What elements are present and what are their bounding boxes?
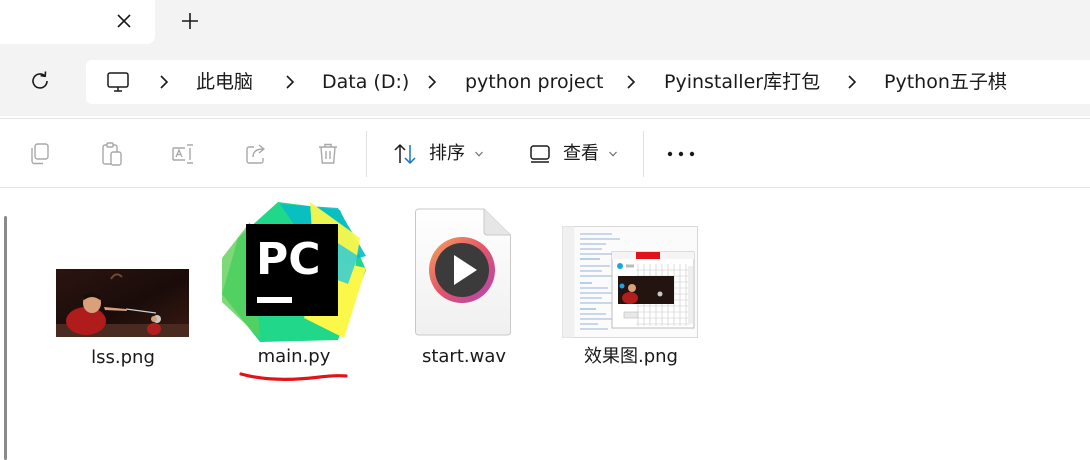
media-file-icon bbox=[415, 208, 511, 336]
scrollbar-thumb[interactable] bbox=[4, 216, 7, 460]
file-item[interactable]: 效果图.png bbox=[558, 222, 704, 378]
share-icon[interactable] bbox=[243, 141, 269, 167]
view-label: 查看 bbox=[563, 143, 599, 164]
delete-icon[interactable] bbox=[315, 141, 341, 167]
view-button[interactable]: 查看 bbox=[524, 132, 634, 176]
this-pc-icon[interactable] bbox=[106, 70, 130, 94]
address-row: 此电脑 Data (D:) python project Pyinstaller… bbox=[0, 44, 1090, 116]
toolbar-divider bbox=[643, 131, 644, 177]
rename-icon[interactable] bbox=[170, 141, 196, 167]
sort-button[interactable]: 排序 bbox=[388, 132, 498, 176]
address-bar[interactable]: 此电脑 Data (D:) python project Pyinstaller… bbox=[86, 60, 1090, 104]
paste-icon[interactable] bbox=[99, 141, 125, 167]
breadcrumb-python-project[interactable]: python project bbox=[465, 60, 603, 104]
file-name[interactable]: start.wav bbox=[396, 346, 532, 368]
chevron-right-icon[interactable] bbox=[283, 74, 297, 90]
chevron-down-icon bbox=[609, 151, 617, 157]
pycharm-logo-text: PC bbox=[256, 234, 321, 285]
chevron-right-icon[interactable] bbox=[624, 74, 638, 90]
file-name[interactable]: 效果图.png bbox=[558, 346, 704, 368]
red-underline-annotation bbox=[239, 372, 348, 381]
pycharm-icon: PC bbox=[222, 202, 366, 342]
breadcrumb-data-drive[interactable]: Data (D:) bbox=[322, 60, 409, 104]
copy-icon[interactable] bbox=[27, 141, 53, 167]
breadcrumb-python-gomoku[interactable]: Python五子棋 bbox=[884, 60, 1007, 104]
file-item[interactable]: PC main.py bbox=[218, 196, 370, 386]
tab-strip bbox=[0, 0, 1090, 44]
chevron-down-icon bbox=[475, 151, 483, 157]
refresh-icon[interactable] bbox=[28, 69, 52, 93]
sort-label: 排序 bbox=[429, 143, 465, 164]
image-thumbnail bbox=[56, 269, 189, 337]
file-name[interactable]: main.py bbox=[218, 346, 370, 368]
plus-icon[interactable] bbox=[178, 9, 202, 33]
vertical-scrollbar[interactable] bbox=[0, 188, 12, 460]
more-icon[interactable] bbox=[664, 145, 698, 163]
toolbar-divider bbox=[366, 131, 367, 177]
active-tab[interactable] bbox=[0, 0, 155, 44]
chevron-right-icon[interactable] bbox=[157, 74, 171, 90]
sort-icon bbox=[394, 144, 416, 164]
breadcrumb-pyinstaller[interactable]: Pyinstaller库打包 bbox=[664, 60, 820, 104]
file-item[interactable]: start.wav bbox=[396, 208, 532, 378]
breadcrumb-this-pc[interactable]: 此电脑 bbox=[196, 60, 253, 104]
chevron-right-icon[interactable] bbox=[425, 74, 439, 90]
file-name[interactable]: lss.png bbox=[50, 347, 196, 369]
close-icon[interactable] bbox=[112, 9, 136, 33]
view-icon bbox=[530, 145, 550, 163]
file-list[interactable]: lss.png PC main.py start.wav 效果图.png bbox=[0, 188, 1090, 460]
chevron-right-icon[interactable] bbox=[845, 74, 859, 90]
command-bar: 排序 查看 bbox=[0, 118, 1090, 188]
image-thumbnail bbox=[562, 226, 698, 338]
file-item[interactable]: lss.png bbox=[50, 263, 196, 378]
